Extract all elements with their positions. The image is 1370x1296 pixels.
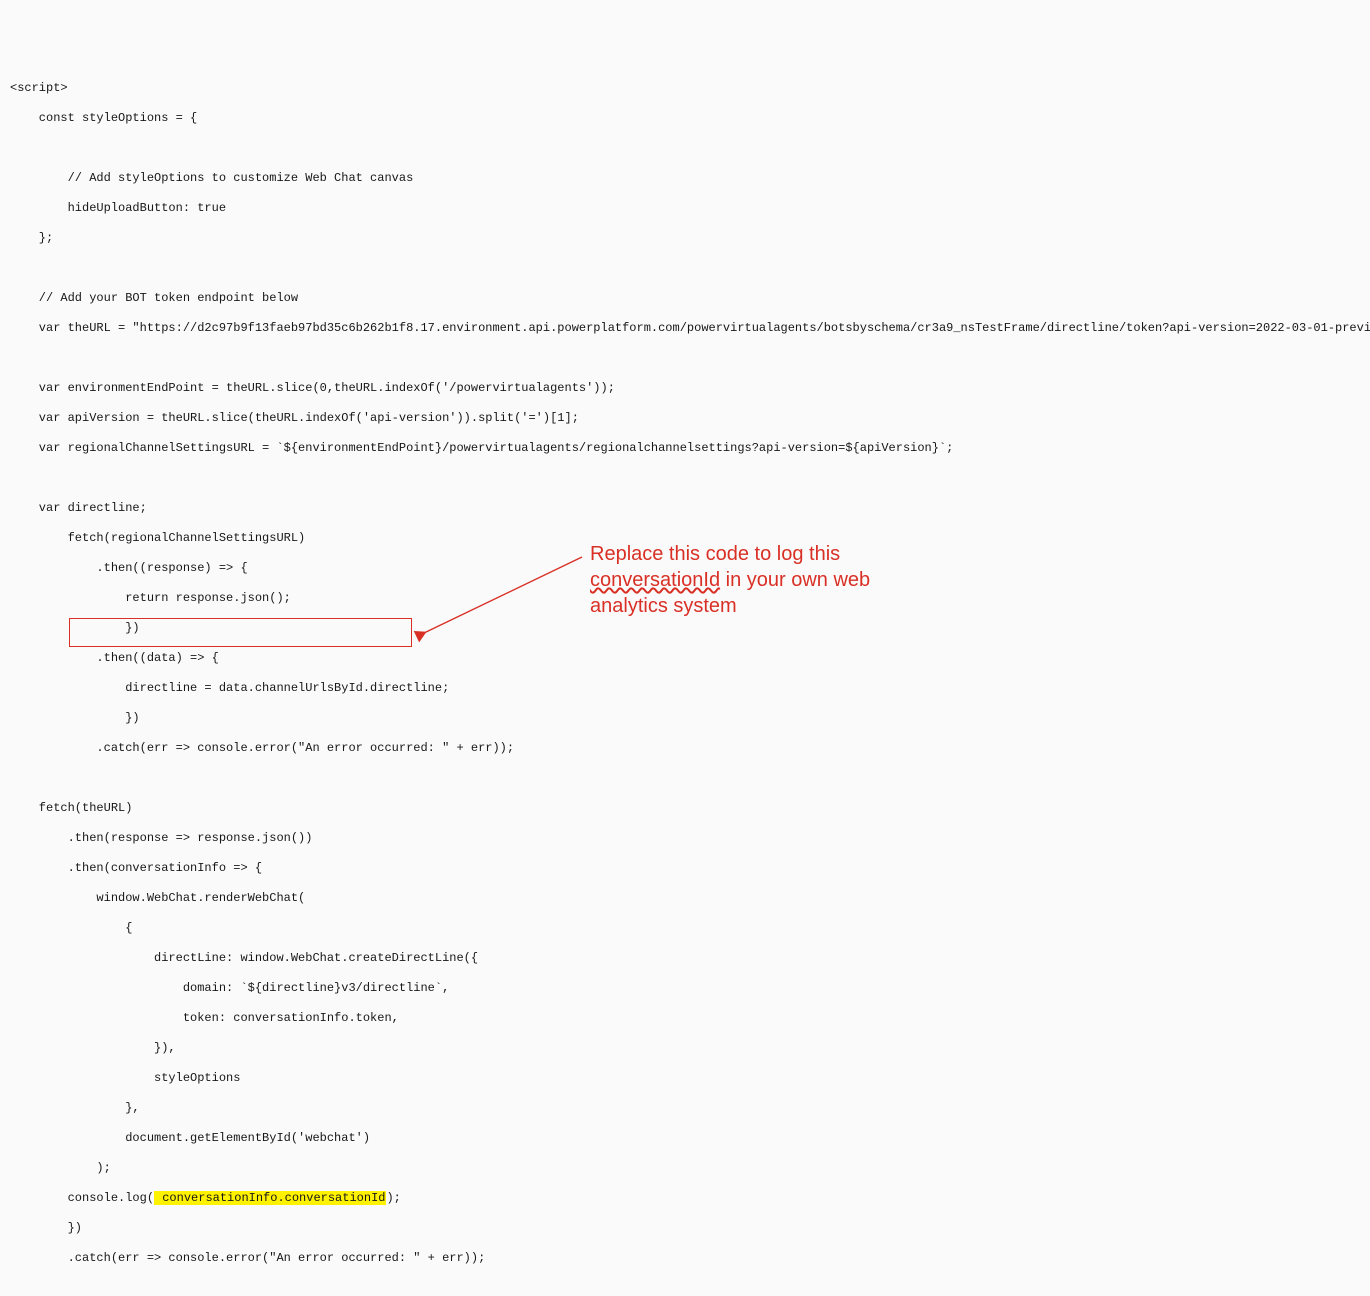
code-line-highlighted: console.log( conversationInfo.conversati…	[10, 1191, 1360, 1206]
code-line	[10, 771, 1360, 786]
code-line: .then(response => response.json())	[10, 831, 1360, 846]
code-line: <script>	[10, 81, 1360, 96]
code-line: .catch(err => console.error("An error oc…	[10, 741, 1360, 756]
code-line: const styleOptions = {	[10, 111, 1360, 126]
code-line: directLine: window.WebChat.createDirectL…	[10, 951, 1360, 966]
code-line: })	[10, 1221, 1360, 1236]
code-line: hideUploadButton: true	[10, 201, 1360, 216]
code-line: {	[10, 921, 1360, 936]
code-line: .then((data) => {	[10, 651, 1360, 666]
code-line	[10, 1281, 1360, 1296]
annotation-text-part: in your own web	[720, 569, 870, 591]
code-line: var environmentEndPoint = theURL.slice(0…	[10, 381, 1360, 396]
code-line: .then(conversationInfo => {	[10, 861, 1360, 876]
code-line: })	[10, 621, 1360, 636]
annotation-text-underlined: conversationId	[590, 569, 720, 591]
annotation-text-part: analytics system	[590, 595, 737, 617]
code-line	[10, 141, 1360, 156]
highlighted-text: conversationInfo.conversationId	[154, 1191, 386, 1205]
code-line	[10, 261, 1360, 276]
code-line: );	[10, 1161, 1360, 1176]
code-line: directline = data.channelUrlsById.direct…	[10, 681, 1360, 696]
code-line: })	[10, 711, 1360, 726]
code-line: var directline;	[10, 501, 1360, 516]
code-line	[10, 471, 1360, 486]
code-line: // Add styleOptions to customize Web Cha…	[10, 171, 1360, 186]
code-line: .catch(err => console.error("An error oc…	[10, 1251, 1360, 1266]
code-line: };	[10, 231, 1360, 246]
code-line: domain: `${directline}v3/directline`,	[10, 981, 1360, 996]
code-text: console.log(	[10, 1191, 154, 1205]
code-line: document.getElementById('webchat')	[10, 1131, 1360, 1146]
code-line: },	[10, 1101, 1360, 1116]
code-text: );	[386, 1191, 400, 1205]
code-line: token: conversationInfo.token,	[10, 1011, 1360, 1026]
annotation-callout: Replace this code to log this conversati…	[590, 541, 920, 619]
code-line	[10, 351, 1360, 366]
code-line: var regionalChannelSettingsURL = `${envi…	[10, 441, 1360, 456]
code-line: var theURL = "https://d2c97b9f13faeb97bd…	[10, 321, 1360, 336]
code-line: }),	[10, 1041, 1360, 1056]
code-line: styleOptions	[10, 1071, 1360, 1086]
code-line: // Add your BOT token endpoint below	[10, 291, 1360, 306]
code-block: <script> const styleOptions = { // Add s…	[10, 66, 1360, 1296]
code-line: window.WebChat.renderWebChat(	[10, 891, 1360, 906]
annotation-text-part: Replace this code to log this	[590, 543, 840, 565]
code-line: var apiVersion = theURL.slice(theURL.ind…	[10, 411, 1360, 426]
code-line: fetch(theURL)	[10, 801, 1360, 816]
